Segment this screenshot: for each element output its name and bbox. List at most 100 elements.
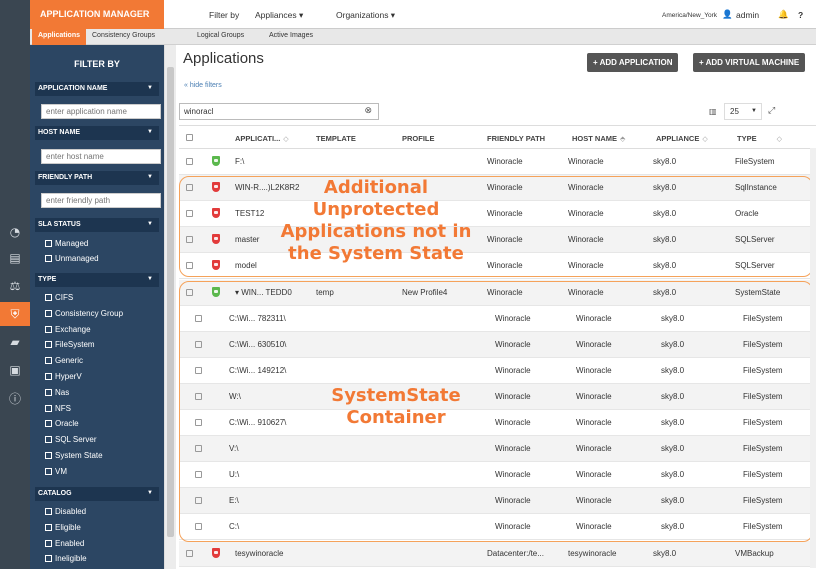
checkbox[interactable] <box>45 436 52 444</box>
help-icon[interactable]: ? <box>798 10 803 20</box>
row-checkbox[interactable] <box>195 523 202 531</box>
user-name[interactable]: admin <box>736 10 759 20</box>
table-row[interactable]: model Winoracle Winoracle sky8.0 SQLServer <box>179 253 816 280</box>
columns-icon[interactable]: ▥ <box>709 107 717 116</box>
sort-icon[interactable]: ⬘ <box>620 136 625 143</box>
sort-icon[interactable]: ◇ <box>283 136 288 143</box>
cell-application[interactable]: WIN-R....)L2K8R2 <box>235 183 299 192</box>
option-nas[interactable]: Nas <box>45 388 69 397</box>
table-row[interactable]: TEST12 Winoracle Winoracle sky8.0 Oracle <box>179 201 816 228</box>
tab-consistency-groups[interactable]: Consistency Groups <box>92 32 155 39</box>
sort-icon[interactable]: ◇ <box>702 136 707 143</box>
scrollbar-thumb[interactable] <box>167 67 174 537</box>
cell-application[interactable]: C:\Wi... 630510\ <box>229 340 286 349</box>
page-size-select[interactable]: 25 ▼ <box>724 103 762 120</box>
option-cifs[interactable]: CIFS <box>45 293 73 302</box>
host-name-input[interactable] <box>41 149 161 164</box>
checkbox[interactable] <box>45 452 52 459</box>
cell-application[interactable]: C:\Wi... 782311\ <box>229 314 286 323</box>
filter-section-friendly-path[interactable]: FRIENDLY PATH ▼ <box>35 171 159 185</box>
filter-section-catalog[interactable]: CATALOG ▼ <box>35 487 159 501</box>
table-row[interactable]: C:\Wi... 149212\ Winoracle Winoracle sky8.0… <box>179 358 816 384</box>
row-checkbox[interactable] <box>186 549 193 557</box>
option-vm[interactable]: VM <box>45 467 67 476</box>
checkbox[interactable] <box>45 420 52 428</box>
add-virtual-machine-button[interactable]: + ADD VIRTUAL MACHINE <box>693 53 806 72</box>
option-eligible[interactable]: Eligible <box>45 523 81 532</box>
table-row[interactable]: C:\Wi... 782311\ Winoracle Winoracle sky8.0… <box>179 306 816 332</box>
table-row[interactable]: WIN-R....)L2K8R2 Winoracle Winoracle sky8.0… <box>179 175 816 202</box>
row-checkbox[interactable] <box>186 184 193 192</box>
checkbox[interactable] <box>45 294 52 301</box>
application-name-input[interactable] <box>41 104 161 119</box>
hide-filters-link[interactable]: « hide filters <box>184 82 222 89</box>
option-system-state[interactable]: System State <box>45 451 103 460</box>
table-row[interactable]: C:\ Winoracle Winoracle sky8.0 FileSystem <box>179 514 816 541</box>
option-sql-server[interactable]: SQL Server <box>45 435 97 444</box>
bell-icon[interactable]: 🔔 <box>778 10 789 20</box>
option-nfs[interactable]: NFS <box>45 404 71 413</box>
timezone-label[interactable]: America/New_York <box>662 12 717 19</box>
option-generic[interactable]: Generic <box>45 356 83 365</box>
table-row[interactable]: C:\Wi... 630510\ Winoracle Winoracle sky8.0… <box>179 331 816 358</box>
cell-application[interactable]: W:\ <box>229 392 241 401</box>
col-friendly-path[interactable]: FRIENDLY PATH <box>487 134 545 143</box>
row-checkbox[interactable] <box>186 210 193 218</box>
option-unmanaged[interactable]: Unmanaged <box>45 254 99 263</box>
checkbox[interactable] <box>45 373 52 380</box>
checkbox[interactable] <box>45 341 52 349</box>
row-checkbox[interactable] <box>186 262 193 270</box>
checkbox[interactable] <box>45 523 52 531</box>
cell-application[interactable]: C:\Wi... 149212\ <box>229 366 286 375</box>
cell-application[interactable]: tesywinoracle <box>235 549 283 558</box>
checkbox[interactable] <box>45 357 52 365</box>
col-profile[interactable]: PROFILE <box>402 134 435 143</box>
row-checkbox[interactable] <box>195 445 202 453</box>
row-checkbox[interactable] <box>195 419 202 426</box>
database-icon[interactable]: ▤ <box>5 248 25 268</box>
checkbox[interactable] <box>45 555 52 563</box>
cell-application[interactable]: C:\ <box>229 522 239 531</box>
sort-icon[interactable]: ◇ <box>777 136 782 143</box>
checkbox[interactable] <box>45 325 52 333</box>
option-managed[interactable]: Managed <box>45 239 88 248</box>
row-checkbox[interactable] <box>195 471 202 479</box>
cell-application[interactable]: model <box>235 261 257 270</box>
col-type[interactable]: TYPE ◇ <box>737 134 782 143</box>
checkbox[interactable] <box>45 309 52 317</box>
table-row[interactable]: C:\Wi... 910627\ Winoracle Winoracle sky8.0… <box>179 410 816 436</box>
cell-application[interactable]: V:\ <box>229 444 238 453</box>
cell-application[interactable]: master <box>235 235 259 244</box>
tab-applications[interactable]: Applications <box>32 29 87 45</box>
col-template[interactable]: TEMPLATE <box>316 134 356 143</box>
select-all-checkbox[interactable] <box>186 134 193 141</box>
tab-logical-groups[interactable]: Logical Groups <box>197 32 244 39</box>
table-row[interactable]: master Winoracle Winoracle sky8.0 SQLServer <box>179 227 816 254</box>
col-appliance[interactable]: APPLIANCE ◇ <box>656 134 708 143</box>
option-hyperv[interactable]: HyperV <box>45 372 82 381</box>
checkbox[interactable] <box>45 255 52 262</box>
organizations-dropdown[interactable]: Organizations ▾ <box>336 10 395 21</box>
shield-nav-icon[interactable]: ⛨ <box>0 302 30 326</box>
dashboard-icon[interactable]: ◔ <box>5 222 25 242</box>
option-ineligible[interactable]: Ineligible <box>45 554 87 563</box>
table-row[interactable]: U:\ Winoracle Winoracle sky8.0 FileSystem <box>179 462 816 489</box>
option-exchange[interactable]: Exchange <box>45 325 91 334</box>
row-checkbox[interactable] <box>195 497 202 505</box>
checkbox[interactable] <box>45 467 52 475</box>
filter-section-application-name[interactable]: APPLICATION NAME ▼ <box>35 82 159 96</box>
option-filesystem[interactable]: FileSystem <box>45 340 95 349</box>
cell-application[interactable]: C:\Wi... 910627\ <box>229 418 286 427</box>
filter-section-host-name[interactable]: HOST NAME ▼ <box>35 126 159 140</box>
sidebar-scrollbar[interactable] <box>164 45 176 569</box>
tab-active-images[interactable]: Active Images <box>269 32 313 39</box>
app-title[interactable]: APPLICATION MANAGER <box>30 0 164 29</box>
table-row[interactable]: E:\ Winoracle Winoracle sky8.0 FileSystem <box>179 488 816 515</box>
row-checkbox[interactable] <box>195 366 202 374</box>
checkbox[interactable] <box>45 388 52 396</box>
storage-icon[interactable]: ▰ <box>5 332 25 352</box>
table-scrollbar[interactable] <box>810 148 816 568</box>
option-consistency-group[interactable]: Consistency Group <box>45 309 123 318</box>
row-checkbox[interactable] <box>195 340 202 348</box>
col-application[interactable]: APPLICATI... ◇ <box>235 134 289 143</box>
